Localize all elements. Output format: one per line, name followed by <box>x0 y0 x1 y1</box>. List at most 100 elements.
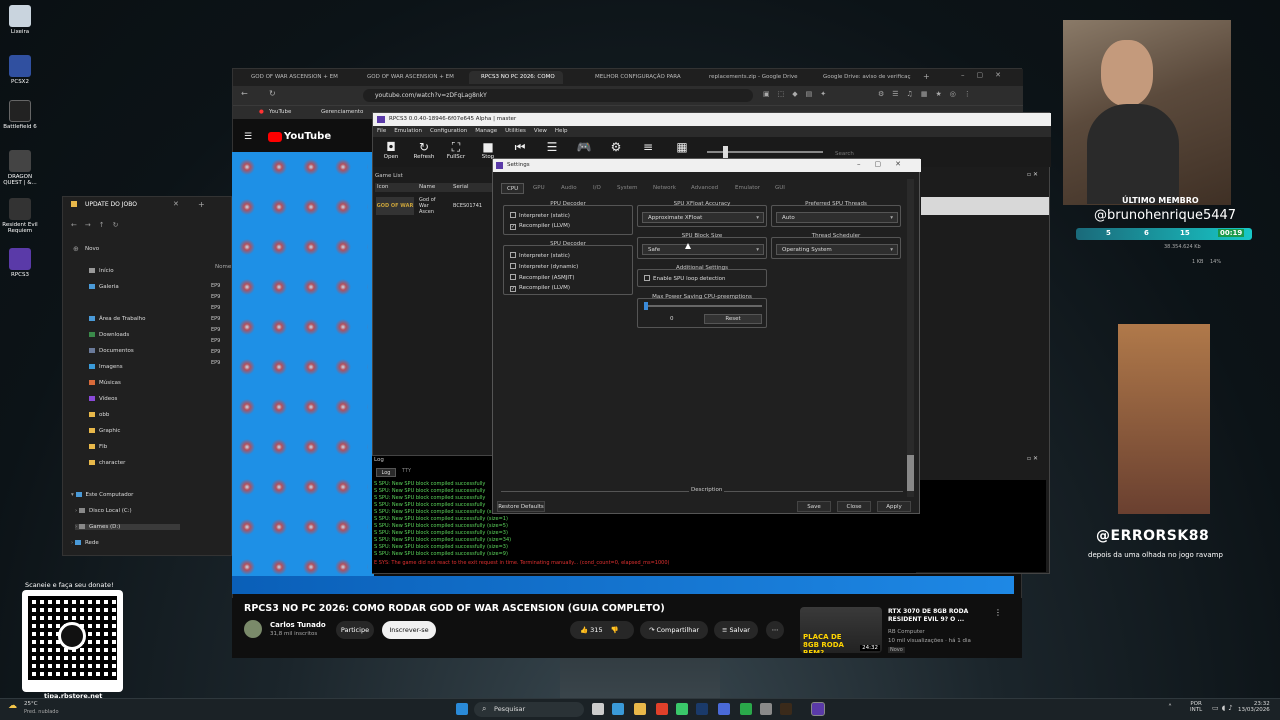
nav-inicio[interactable]: Início <box>89 268 114 274</box>
reset-button[interactable]: Reset <box>704 314 762 324</box>
apply-button[interactable]: Apply <box>877 501 911 512</box>
nav-desktop[interactable]: Área de Trabalho <box>89 316 145 322</box>
spu-block-size-select[interactable]: Safe <box>642 244 764 255</box>
explorer-title[interactable]: UPDATE DO JOBO <box>85 201 137 208</box>
save-button[interactable]: Save <box>797 501 831 512</box>
thread-scheduler-select[interactable]: Operating System <box>776 244 898 255</box>
spu-interpreter-dynamic[interactable]: Interpreter (dynamic) <box>510 263 578 270</box>
nav-flb[interactable]: Flb <box>89 444 107 450</box>
tray-status-icons[interactable]: ▭◖♪ <box>1212 704 1236 712</box>
restore-defaults-button[interactable]: Restore Defaults <box>497 501 545 512</box>
column-name[interactable]: Nome <box>215 264 231 270</box>
list-icon[interactable]: ☰ <box>537 141 567 154</box>
slider-handle[interactable] <box>723 146 728 158</box>
app-icon[interactable] <box>718 703 730 715</box>
gamepad-icon[interactable]: 🎮 <box>569 141 599 154</box>
nav-galeria[interactable]: Galeria <box>89 284 119 290</box>
xfloat-select[interactable]: Approximate XFloat <box>642 212 764 223</box>
file-row[interactable]: EP9 <box>211 358 220 369</box>
explorer-nav-icons[interactable]: ←→↑↻ <box>71 221 126 229</box>
spu-interpreter-static[interactable]: Interpreter (static) <box>510 252 570 259</box>
share-button[interactable]: ↷ Compartilhar <box>640 621 708 639</box>
nav-graphic[interactable]: Graphic <box>89 428 120 434</box>
checkbox[interactable] <box>510 252 516 258</box>
menu-icon[interactable]: ☰ <box>244 132 252 142</box>
explorer-icon[interactable] <box>634 703 646 715</box>
game-row[interactable]: GOD OF WAR God of War Ascen BCES01741 <box>375 195 493 219</box>
tab-gpu[interactable]: GPU <box>533 183 545 194</box>
checkbox-checked[interactable]: ✓ <box>510 224 516 230</box>
column-icon[interactable]: Icon <box>377 184 389 190</box>
menu-configuration[interactable]: Configuration <box>430 128 467 134</box>
column-name[interactable]: Name <box>419 184 435 190</box>
checkbox[interactable] <box>510 212 516 218</box>
nav-este-computador[interactable]: ▾ Este Computador <box>71 492 133 498</box>
subscribe-button[interactable]: Inscrever-se <box>382 621 436 639</box>
url-bar[interactable]: youtube.com/watch?v=zDFqLag8nkY <box>363 89 753 102</box>
close-tab-icon[interactable]: ✕ <box>173 200 179 208</box>
menu-view[interactable]: View <box>534 128 547 134</box>
browser-menu-icons[interactable]: ⚙☰♫▦★◎⋮ <box>878 90 979 98</box>
file-row[interactable]: EP9 <box>211 303 220 314</box>
tty-tab[interactable]: TTY <box>402 468 411 474</box>
file-row[interactable]: EP9 <box>211 336 220 347</box>
checkbox[interactable] <box>510 263 516 269</box>
bookmark-gerenciamento[interactable]: Gerenciamento <box>321 109 363 115</box>
nav-downloads[interactable]: Downloads <box>89 332 129 338</box>
clock[interactable]: 23:32 13/03/2026 <box>1238 701 1270 713</box>
youtube-logo[interactable]: YouTube <box>284 131 331 142</box>
menu-emulation[interactable]: Emulation <box>394 128 422 134</box>
recommended-thumbnail[interactable]: PLACA DE 8GB RODA BEM? 24:32 <box>800 607 882 653</box>
search-field[interactable]: Search <box>835 151 854 157</box>
nav-character[interactable]: character <box>89 460 125 466</box>
nav-videos[interactable]: Vídeos <box>89 396 117 402</box>
bookmark-youtube[interactable]: YouTube <box>269 109 291 115</box>
tab-advanced[interactable]: Advanced <box>691 183 718 194</box>
tab-emulator[interactable]: Emulator <box>735 183 760 194</box>
refresh-button[interactable]: ↻ Refresh <box>409 141 439 161</box>
browser-tab[interactable]: GOD OF WAR ASCENSION + EM <box>239 71 347 84</box>
save-video-button[interactable]: ≡ Salvar <box>714 621 758 639</box>
browser-tab[interactable]: Google Drive: aviso de verificaç <box>811 71 921 84</box>
desktop-icon-rpcs3[interactable]: RPCS3 <box>0 248 40 278</box>
fullscreen-button[interactable]: ⛶ FullScr <box>441 141 471 161</box>
rpcs3-taskbar-icon[interactable] <box>811 702 825 716</box>
ppu-interpreter-static[interactable]: Interpreter (static) <box>510 212 570 219</box>
tab-network[interactable]: Network <box>653 183 676 194</box>
tab-system[interactable]: System <box>617 183 638 194</box>
preferred-spu-select[interactable]: Auto <box>776 212 898 223</box>
desktop-icon-resident-evil[interactable]: Resident Evil Requiem <box>0 198 40 234</box>
xbox-icon[interactable] <box>740 703 752 715</box>
grid-view-icon[interactable]: ▦ <box>667 141 697 154</box>
panel-float-close[interactable]: ▫ ✕ <box>1027 171 1038 178</box>
desktop-icon-pcsx2[interactable]: PCSX2 <box>0 55 40 85</box>
nav-documentos[interactable]: Documentos <box>89 348 134 354</box>
checkbox[interactable] <box>644 275 650 281</box>
ppu-recompiler-llvm[interactable]: ✓ Recompiler (LLVM) <box>510 223 570 230</box>
file-row[interactable]: EP9 <box>211 292 220 303</box>
menu-utilities[interactable]: Utilities <box>505 128 526 134</box>
tab-gui[interactable]: GUI <box>775 183 785 194</box>
new-tab-button[interactable]: + <box>923 72 930 81</box>
brave-icon[interactable] <box>656 703 668 715</box>
checkbox[interactable] <box>510 274 516 280</box>
steam-icon[interactable] <box>696 703 708 715</box>
tray-chevron-icon[interactable]: ˄ <box>1168 703 1172 712</box>
settings-scrollbar[interactable] <box>907 179 914 497</box>
app-icon[interactable] <box>780 703 792 715</box>
back-icon[interactable]: ← <box>241 89 248 98</box>
tab-io[interactable]: I/O <box>593 183 601 194</box>
recommended-channel[interactable]: RB Computer <box>888 629 925 635</box>
file-row[interactable]: EP9 <box>211 347 220 358</box>
weather-temp[interactable]: 25°C <box>24 701 38 707</box>
desktop-icon-battlefield[interactable]: Battlefield 6 <box>0 100 40 130</box>
spu-recompiler-asmjit[interactable]: Recompiler (ASMJIT) <box>510 274 575 281</box>
spu-recompiler-llvm[interactable]: ✓ Recompiler (LLVM) <box>510 285 570 292</box>
file-row[interactable]: EP9 <box>211 281 220 292</box>
nav-games-d[interactable]: › Games (D:) <box>75 524 181 530</box>
browser-tab[interactable]: replacements.zip - Google Drive <box>697 71 801 84</box>
menu-manage[interactable]: Manage <box>475 128 497 134</box>
nav-obb[interactable]: obb <box>89 412 109 418</box>
recommended-more-icon[interactable]: ⋮ <box>994 608 1002 617</box>
file-row[interactable]: EP9 <box>211 325 220 336</box>
